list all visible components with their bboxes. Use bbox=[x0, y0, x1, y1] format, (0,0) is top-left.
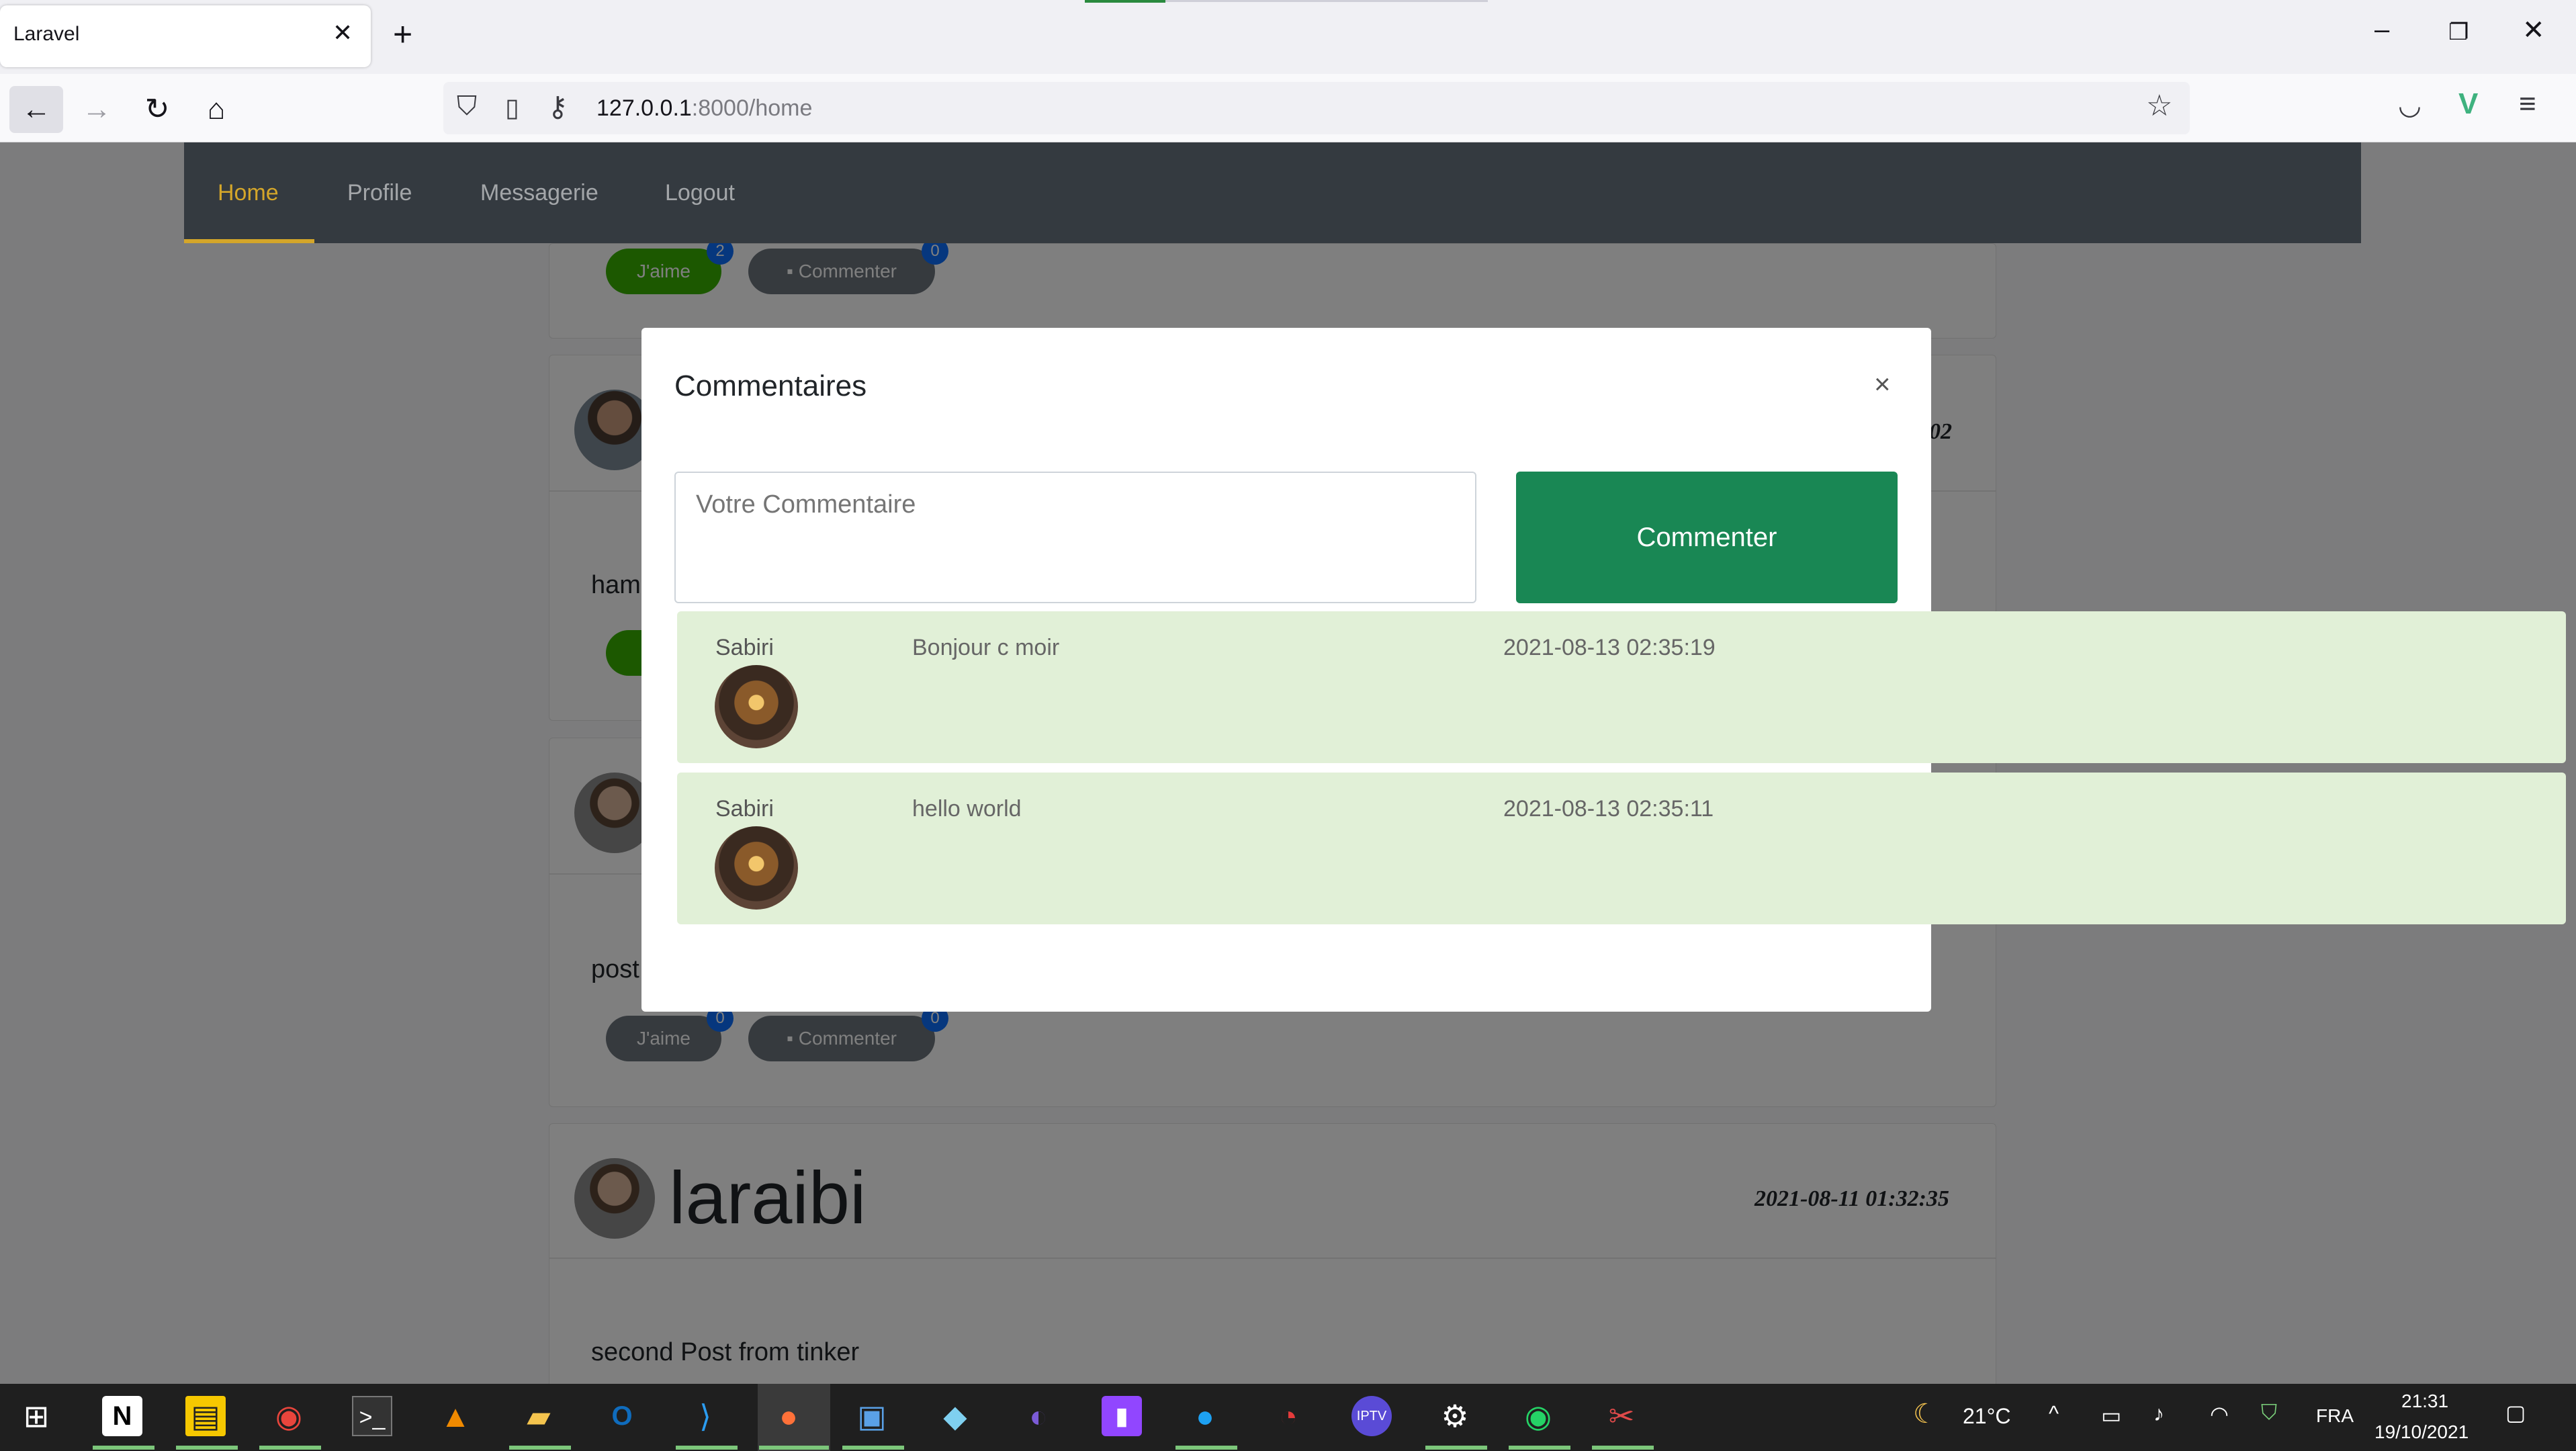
comment-item bbox=[677, 611, 2566, 763]
url-host: 127.0.0.1 bbox=[596, 95, 692, 121]
window-restore-button[interactable]: ❐ bbox=[2448, 19, 2469, 46]
notification-icon[interactable]: ▢ bbox=[2505, 1400, 2526, 1425]
nav-logout[interactable]: Logout bbox=[665, 180, 735, 206]
taskbar-running-indicator bbox=[1425, 1446, 1487, 1450]
comment-avatar bbox=[715, 665, 798, 748]
tab-strip bbox=[0, 0, 2576, 74]
weather-temp[interactable]: 21°C bbox=[1963, 1404, 2011, 1429]
settings-icon[interactable]: ⚙ bbox=[1435, 1396, 1475, 1436]
sticky-notes-icon[interactable]: ▤ bbox=[185, 1396, 226, 1436]
key-icon[interactable]: ⚷ bbox=[547, 90, 568, 123]
language-indicator[interactable]: FRA bbox=[2316, 1405, 2354, 1427]
battery-icon[interactable]: ▭ bbox=[2101, 1403, 2121, 1428]
comment-user: Sabiri bbox=[715, 635, 774, 660]
tab-title: Laravel bbox=[13, 23, 80, 45]
nav-profile[interactable]: Profile bbox=[347, 180, 412, 206]
comment-input[interactable] bbox=[674, 472, 1476, 603]
vlc-icon[interactable]: ▲ bbox=[435, 1396, 476, 1436]
twitch-icon[interactable]: ▮ bbox=[1102, 1396, 1142, 1436]
nav-messagerie[interactable]: Messagerie bbox=[480, 180, 598, 206]
forward-arrow-icon[interactable]: → bbox=[70, 86, 124, 133]
notion-icon[interactable]: N bbox=[102, 1396, 142, 1436]
taskbar-running-indicator bbox=[509, 1446, 571, 1450]
url-text[interactable]: 127.0.0.1:8000/home bbox=[596, 95, 812, 122]
taskbar-running-indicator bbox=[1175, 1446, 1237, 1450]
comment-date: 2021-08-13 02:35:19 bbox=[1503, 635, 1716, 660]
tab-loading-indicator bbox=[1085, 0, 1165, 3]
new-tab-button[interactable]: + bbox=[393, 15, 412, 54]
nav-home[interactable]: Home bbox=[218, 180, 279, 206]
vue-devtools-icon[interactable]: V bbox=[2458, 87, 2478, 121]
windows-start-icon[interactable]: ⊞ bbox=[16, 1396, 56, 1436]
comment-avatar bbox=[715, 826, 798, 910]
twitter-icon[interactable]: ● bbox=[1185, 1396, 1225, 1436]
vscode-icon[interactable]: ⟩ bbox=[685, 1396, 725, 1436]
taskbar-running-indicator bbox=[676, 1446, 738, 1450]
file-explorer-icon[interactable]: ▰ bbox=[519, 1396, 559, 1436]
wifi-icon[interactable]: ◠ bbox=[2210, 1401, 2229, 1427]
home-icon[interactable]: ⌂ bbox=[189, 86, 243, 133]
moon-icon: ☾ bbox=[1913, 1399, 1937, 1429]
taskbar-running-indicator bbox=[259, 1446, 321, 1450]
comment-date: 2021-08-13 02:35:11 bbox=[1503, 796, 1714, 822]
page-info-icon[interactable]: ▯ bbox=[505, 93, 519, 123]
comment-item bbox=[677, 773, 2566, 924]
firefox-icon[interactable]: ● bbox=[768, 1396, 809, 1436]
notepad-icon[interactable]: ◆ bbox=[935, 1396, 975, 1436]
bookmark-star-icon[interactable]: ☆ bbox=[2146, 89, 2172, 123]
remote-desktop-icon[interactable]: ▣ bbox=[852, 1396, 892, 1436]
security-shield-icon[interactable]: ⛉ bbox=[2261, 1400, 2277, 1425]
tor-icon[interactable]: ◐ bbox=[1018, 1396, 1059, 1436]
comment-user: Sabiri bbox=[715, 796, 774, 822]
window-minimize-button[interactable]: – bbox=[2374, 15, 2389, 45]
terminal-icon[interactable]: >_ bbox=[352, 1396, 392, 1436]
nav-active-indicator bbox=[184, 239, 314, 243]
taskbar-running-indicator bbox=[93, 1446, 154, 1450]
outlook-icon[interactable]: O bbox=[602, 1396, 642, 1436]
tab-close-icon[interactable]: ✕ bbox=[332, 19, 353, 47]
close-icon[interactable]: × bbox=[1874, 368, 1891, 400]
tab-loading-track bbox=[1165, 0, 1488, 2]
hamburger-menu-icon[interactable]: ≡ bbox=[2519, 87, 2536, 121]
submit-comment-button[interactable]: Commenter bbox=[1516, 472, 1898, 603]
iptv-icon[interactable]: IPTV bbox=[1351, 1396, 1392, 1436]
clock-time[interactable]: 21:31 bbox=[2401, 1391, 2448, 1412]
taskbar-running-indicator bbox=[842, 1446, 904, 1450]
modal-title: Commentaires bbox=[674, 369, 867, 402]
clock-date[interactable]: 19/10/2021 bbox=[2374, 1421, 2469, 1443]
url-path: :8000/home bbox=[691, 95, 813, 121]
whatsapp-icon[interactable]: ◉ bbox=[1518, 1396, 1558, 1436]
back-arrow-icon[interactable]: ← bbox=[9, 86, 63, 133]
window-close-button[interactable]: ✕ bbox=[2522, 15, 2545, 46]
taskbar-running-indicator bbox=[759, 1446, 829, 1450]
volume-icon[interactable]: ♪ bbox=[2153, 1401, 2164, 1426]
comment-text: Bonjour c moir bbox=[912, 635, 1060, 660]
comment-text: hello world bbox=[912, 796, 1022, 822]
taskbar-running-indicator bbox=[176, 1446, 238, 1450]
taskbar-running-indicator bbox=[1592, 1446, 1654, 1450]
snipping-icon[interactable]: ✂ bbox=[1601, 1396, 1642, 1436]
pocket-icon[interactable]: ◡ bbox=[2398, 90, 2422, 121]
chevron-up-icon[interactable]: ^ bbox=[2049, 1401, 2059, 1426]
reload-icon[interactable]: ↻ bbox=[130, 86, 184, 133]
chrome-icon[interactable]: ◉ bbox=[269, 1396, 309, 1436]
ccleaner-icon[interactable]: ◔ bbox=[1268, 1396, 1308, 1436]
taskbar-running-indicator bbox=[1509, 1446, 1570, 1450]
tracking-shield-icon[interactable]: ⛉ bbox=[457, 91, 477, 122]
